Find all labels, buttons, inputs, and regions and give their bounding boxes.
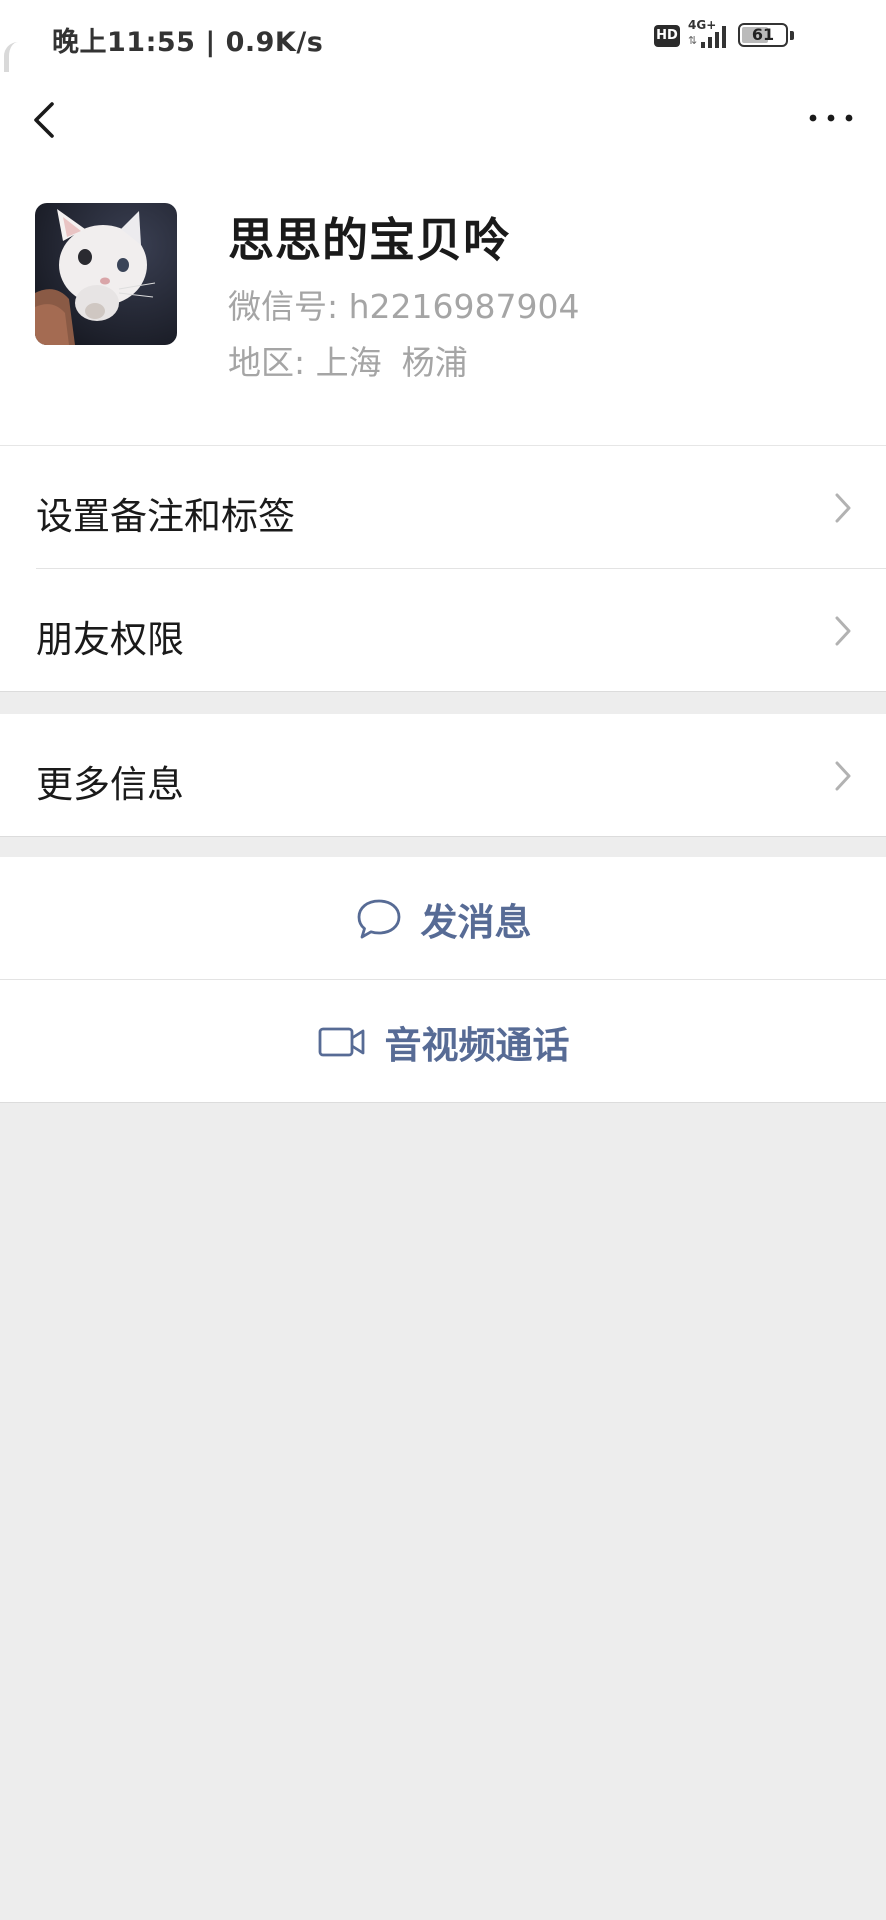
video-call-label: 音视频通话: [384, 1023, 570, 1067]
settings-group: 设置备注和标签 朋友权限: [0, 446, 886, 692]
divider: [0, 836, 886, 837]
battery-level: 61: [751, 25, 775, 44]
profile-header: 思思的宝贝呤 微信号: h2216987904 地区: 上海 杨浦: [0, 172, 886, 446]
status-time: 晚上11:55 | 0.9K/s: [52, 27, 324, 58]
status-bar: 晚上11:55 | 0.9K/s HD 4G+ ⇅ 61: [0, 0, 886, 72]
actions-group: 发消息 音视频通话: [0, 857, 886, 1103]
region-province: 上海: [315, 343, 382, 382]
region-city: 杨浦: [401, 343, 468, 382]
chevron-right-icon: [835, 616, 851, 646]
friend-permissions-label: 朋友权限: [36, 618, 184, 661]
back-arrow-icon: [34, 102, 54, 138]
region-line: 地区: 上海 杨浦: [228, 336, 468, 384]
nav-bar: [0, 72, 886, 172]
friend-permissions-item[interactable]: 朋友权限: [0, 569, 886, 692]
more-info-item[interactable]: 更多信息: [0, 714, 886, 837]
battery-icon: 61: [738, 23, 788, 47]
cat-avatar-image: [35, 203, 177, 345]
divider: [0, 1102, 886, 1103]
chat-bubble-icon: [357, 899, 400, 938]
video-call-button[interactable]: 音视频通话: [0, 980, 886, 1103]
wechat-id: h2216987904: [348, 287, 580, 326]
battery-cap: [790, 31, 794, 40]
more-info-label: 更多信息: [36, 763, 184, 806]
chevron-right-icon: [835, 761, 851, 791]
wechat-id-line: 微信号: h2216987904: [228, 280, 580, 328]
more-dots-icon: [809, 114, 853, 122]
send-message-label: 发消息: [420, 900, 532, 944]
back-button[interactable]: [22, 90, 72, 150]
send-message-button[interactable]: 发消息: [0, 857, 886, 980]
network-activity-icon: ⇅: [688, 34, 698, 47]
wechat-id-label: 微信号:: [228, 287, 339, 326]
video-camera-icon: [318, 1027, 364, 1056]
more-info-group: 更多信息: [0, 714, 886, 837]
more-options-button[interactable]: [802, 94, 862, 144]
set-remark-label: 设置备注和标签: [36, 495, 295, 538]
divider: [0, 691, 886, 692]
set-remark-and-tags-item[interactable]: 设置备注和标签: [0, 446, 886, 569]
avatar[interactable]: [35, 203, 177, 345]
profile-name: 思思的宝贝呤: [228, 213, 510, 267]
hd-badge: HD: [654, 25, 680, 47]
signal-icon: [701, 26, 726, 48]
chevron-right-icon: [835, 493, 851, 523]
region-label: 地区:: [228, 343, 306, 382]
